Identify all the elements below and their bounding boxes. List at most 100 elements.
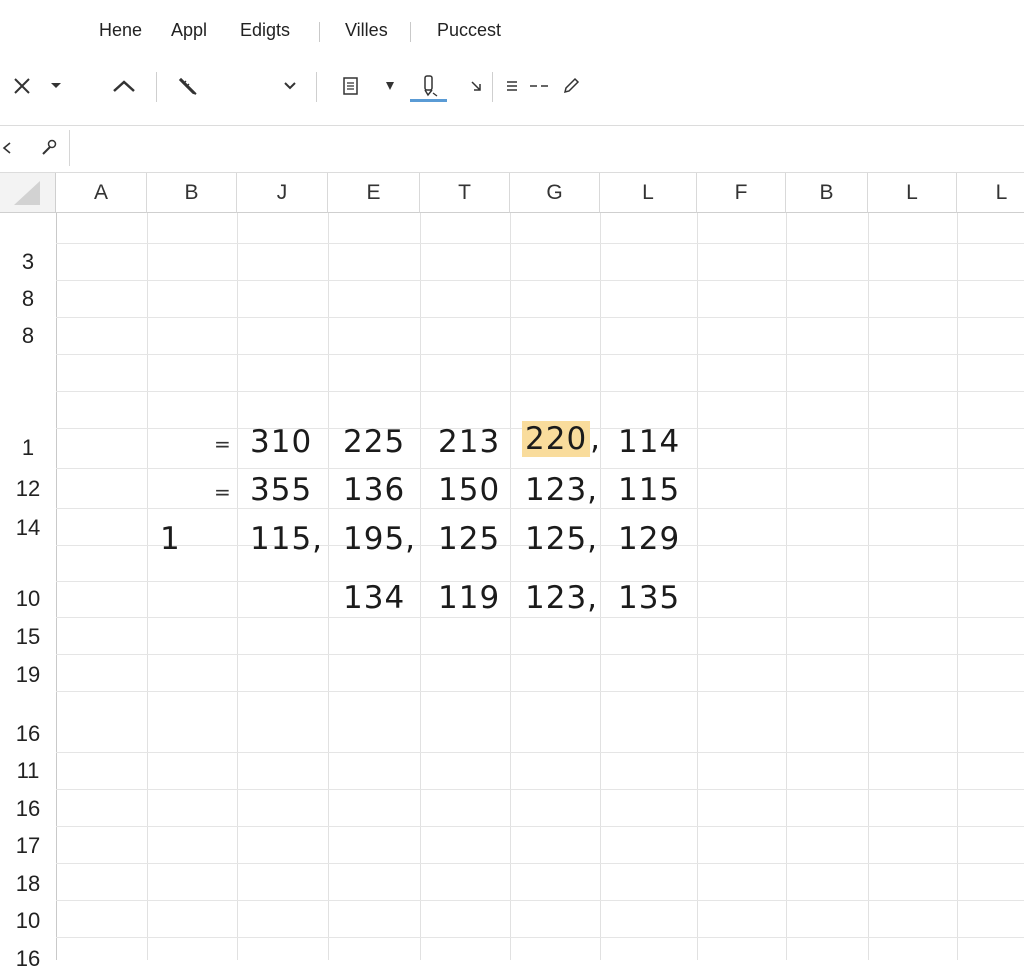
gridline <box>56 280 1024 281</box>
cell-value[interactable]: 136 <box>343 472 405 508</box>
cell-b-operator[interactable]: = <box>214 480 231 504</box>
wrench-icon[interactable] <box>36 130 62 166</box>
menu-divider <box>410 22 411 42</box>
menu-item-hene[interactable]: Hene <box>99 20 142 41</box>
column-header[interactable]: B <box>786 173 868 213</box>
row-header[interactable]: 3 <box>0 243 56 280</box>
row-header[interactable]: 12 <box>0 470 56 507</box>
row-header[interactable]: 17 <box>0 827 56 864</box>
list-icon[interactable] <box>502 64 522 108</box>
cell-value[interactable]: 134 <box>343 580 405 616</box>
gridline <box>56 354 1024 355</box>
active-tool-indicator <box>410 99 447 102</box>
pen-icon[interactable] <box>560 64 582 108</box>
gridline <box>56 391 1024 392</box>
row-header[interactable]: 14 <box>0 509 56 546</box>
cell-value[interactable]: 125 <box>438 521 500 557</box>
row-header[interactable]: 11 <box>0 752 56 789</box>
column-header[interactable]: J <box>237 173 328 213</box>
close-icon[interactable] <box>8 64 36 108</box>
column-header[interactable]: E <box>328 173 420 213</box>
gridline <box>147 213 148 960</box>
row-header[interactable]: 16 <box>0 790 56 827</box>
gridline <box>56 900 1024 901</box>
row-header[interactable] <box>0 391 56 428</box>
cell-value[interactable]: 123, <box>525 580 598 616</box>
row-header[interactable]: 18 <box>0 865 56 902</box>
pencil-ruler-icon[interactable] <box>174 64 202 108</box>
toolbar-divider <box>316 72 317 102</box>
menu-item-edigts[interactable]: Edigts <box>240 20 290 41</box>
row-header[interactable]: 8 <box>0 280 56 317</box>
cell-value[interactable]: 129 <box>618 521 680 557</box>
cell-value[interactable]: 119 <box>438 580 500 616</box>
caret-down-icon[interactable] <box>380 64 400 108</box>
gridline <box>56 468 1024 469</box>
formula-input[interactable] <box>72 130 1016 168</box>
row-header[interactable]: 10 <box>0 902 56 939</box>
cell-value[interactable]: 195, <box>343 521 416 557</box>
column-header[interactable]: G <box>510 173 600 213</box>
gridline <box>868 213 869 960</box>
gridline <box>56 826 1024 827</box>
cell-value[interactable]: 123, <box>525 472 598 508</box>
clipboard-icon[interactable] <box>338 64 364 108</box>
gridline <box>237 213 238 960</box>
cell-value[interactable]: 150 <box>438 472 500 508</box>
cancel-icon[interactable] <box>0 130 14 166</box>
cell-value[interactable]: 114 <box>618 424 680 460</box>
column-header[interactable]: L <box>868 173 957 213</box>
cell-separator: , <box>590 421 602 457</box>
row-header[interactable]: 1 <box>0 429 56 466</box>
cell-value[interactable]: 213 <box>438 424 500 460</box>
select-all-corner[interactable] <box>0 173 56 213</box>
row-header[interactable]: 10 <box>0 580 56 617</box>
cell-value[interactable]: 135 <box>618 580 680 616</box>
menu-bar: Hene Appl Edigts Villes Puccest <box>0 0 1024 64</box>
chevron-up-icon[interactable] <box>110 64 138 108</box>
row-header[interactable]: 16 <box>0 715 56 752</box>
row-header[interactable] <box>0 545 56 582</box>
gridline <box>697 213 698 960</box>
gridline <box>420 213 421 960</box>
gridline <box>957 213 958 960</box>
gridline <box>56 617 1024 618</box>
column-header[interactable]: L <box>600 173 697 213</box>
gridline <box>56 317 1024 318</box>
row-header-border <box>56 213 57 960</box>
row-header[interactable] <box>0 354 56 391</box>
caret-down-icon[interactable] <box>466 64 486 108</box>
cell-value[interactable]: 115, <box>250 521 323 557</box>
highlighted-cell-value[interactable]: 220 <box>522 421 591 457</box>
column-header[interactable]: L <box>957 173 1024 213</box>
gridline <box>56 937 1024 938</box>
gridline <box>56 691 1024 692</box>
chevron-down-icon[interactable] <box>280 64 300 108</box>
gridline <box>56 863 1024 864</box>
row-header[interactable]: 8 <box>0 317 56 354</box>
column-header[interactable]: B <box>147 173 237 213</box>
menu-item-puccest[interactable]: Puccest <box>437 20 501 41</box>
formula-divider <box>69 130 70 166</box>
gridline <box>56 508 1024 509</box>
cell-value[interactable]: 225 <box>343 424 405 460</box>
cell-value[interactable]: 355 <box>250 472 312 508</box>
column-header[interactable]: A <box>56 173 147 213</box>
chevron-down-icon[interactable] <box>46 64 66 108</box>
row-header[interactable]: 19 <box>0 656 56 693</box>
menu-item-appl[interactable]: Appl <box>171 20 207 41</box>
cell-value[interactable]: 125, <box>525 521 598 557</box>
gridline <box>56 654 1024 655</box>
gridline <box>600 213 601 960</box>
cell-b-operator[interactable]: = <box>214 432 231 456</box>
row-header[interactable]: 16 <box>0 940 56 977</box>
cell-value[interactable]: 115 <box>618 472 680 508</box>
column-header[interactable]: F <box>697 173 786 213</box>
menu-item-villes[interactable]: Villes <box>345 20 388 41</box>
cell-value[interactable]: 310 <box>250 424 312 460</box>
column-header[interactable]: T <box>420 173 510 213</box>
row-header[interactable]: 15 <box>0 618 56 655</box>
gridline <box>328 213 329 960</box>
cell-value[interactable]: 1 <box>160 521 181 557</box>
dash-icon[interactable] <box>528 64 550 108</box>
